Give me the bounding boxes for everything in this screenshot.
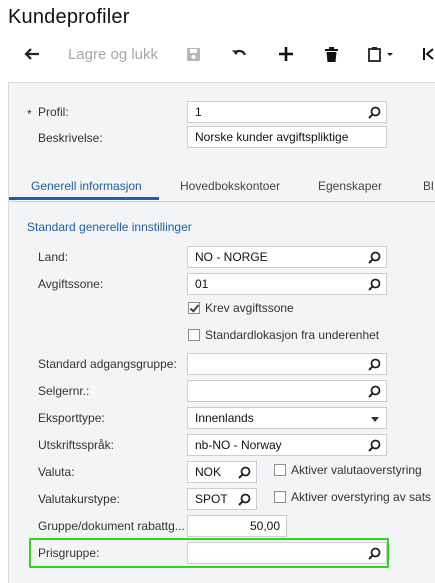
undo-icon[interactable] bbox=[227, 40, 251, 68]
checkbox-box[interactable] bbox=[188, 302, 200, 314]
description-label: Beskrivelse: bbox=[38, 131, 103, 145]
default-location-checkbox[interactable]: Standardlokasjon fra underenhet bbox=[188, 328, 379, 342]
price-group-label: Prisgruppe: bbox=[38, 546, 100, 560]
search-icon[interactable] bbox=[368, 547, 381, 560]
print-language-field[interactable]: nb-NO - Norway bbox=[187, 434, 387, 456]
access-group-label: Standard adgangsgruppe: bbox=[38, 357, 177, 371]
require-tax-zone-checkbox[interactable]: Krev avgiftssone bbox=[188, 301, 294, 315]
country-field[interactable]: NO - NORGE bbox=[187, 246, 387, 268]
rate-override-checkbox[interactable]: Aktiver overstyring av sats bbox=[274, 490, 431, 504]
search-icon[interactable] bbox=[368, 358, 381, 371]
search-icon[interactable] bbox=[368, 278, 381, 291]
clipboard-icon[interactable] bbox=[365, 40, 399, 68]
first-record-icon[interactable] bbox=[421, 40, 435, 68]
page-title: Kundeprofiler bbox=[8, 6, 130, 28]
active-tab-indicator bbox=[9, 197, 159, 200]
tab-more[interactable]: Bl bbox=[423, 179, 434, 193]
form-panel: * Profil: 1 Beskrivelse: Norske kunder a… bbox=[8, 82, 435, 583]
tax-zone-field[interactable]: 01 bbox=[187, 273, 387, 295]
tab-bar: Generell informasjon Hovedbokskontoer Eg… bbox=[9, 175, 435, 202]
export-type-value: Innenlands bbox=[195, 411, 254, 425]
rate-type-label: Valutakurstype: bbox=[38, 492, 120, 506]
required-marker: * bbox=[27, 107, 32, 121]
rate-type-field[interactable]: SPOT bbox=[187, 488, 257, 510]
chevron-down-icon[interactable] bbox=[371, 417, 379, 422]
country-label: Land: bbox=[38, 250, 69, 264]
export-type-select[interactable]: Innenlands bbox=[187, 407, 387, 429]
tab-gl-accounts[interactable]: Hovedbokskontoer bbox=[180, 179, 280, 193]
search-icon[interactable] bbox=[238, 466, 251, 479]
profile-field[interactable]: 1 bbox=[187, 101, 387, 123]
currency-override-text: Aktiver valutaoverstyring bbox=[291, 463, 422, 477]
toolbar: Lagre og lukk bbox=[0, 40, 435, 68]
seller-field[interactable] bbox=[187, 380, 387, 402]
country-value: NO - NORGE bbox=[195, 250, 268, 264]
access-group-field[interactable] bbox=[187, 353, 387, 375]
description-field[interactable]: Norske kunder avgiftspliktige bbox=[187, 126, 387, 148]
group-discount-value: 50,00 bbox=[249, 519, 280, 533]
default-location-text: Standardlokasjon fra underenhet bbox=[205, 328, 380, 342]
search-icon[interactable] bbox=[368, 106, 381, 119]
search-icon[interactable] bbox=[368, 385, 381, 398]
price-group-field[interactable] bbox=[187, 542, 387, 564]
profile-label: Profil: bbox=[38, 105, 69, 119]
tax-zone-label: Avgiftssone: bbox=[38, 277, 104, 291]
group-discount-label: Gruppe/dokument rabattg... bbox=[38, 519, 185, 533]
trash-icon[interactable] bbox=[319, 40, 343, 68]
tax-zone-value: 01 bbox=[195, 277, 209, 291]
description-value: Norske kunder avgiftspliktige bbox=[195, 130, 349, 144]
currency-override-checkbox[interactable]: Aktiver valutaoverstyring bbox=[274, 463, 422, 477]
tab-attributes[interactable]: Egenskaper bbox=[318, 179, 382, 193]
arrow-left-icon[interactable] bbox=[20, 40, 44, 68]
save-and-close-button[interactable]: Lagre og lukk bbox=[66, 40, 160, 68]
search-icon[interactable] bbox=[238, 493, 251, 506]
plus-icon[interactable] bbox=[274, 40, 298, 68]
rate-override-text: Aktiver overstyring av sats bbox=[291, 490, 432, 504]
require-tax-zone-text: Krev avgiftssone bbox=[205, 301, 294, 315]
profile-value: 1 bbox=[195, 105, 202, 119]
checkbox-box[interactable] bbox=[188, 329, 200, 341]
seller-label: Selgernr.: bbox=[38, 384, 90, 398]
currency-field[interactable]: NOK bbox=[187, 461, 257, 483]
export-type-label: Eksporttype: bbox=[38, 411, 105, 425]
group-discount-field[interactable]: 50,00 bbox=[187, 515, 287, 537]
search-icon[interactable] bbox=[368, 439, 381, 452]
section-title: Standard generelle innstillinger bbox=[27, 220, 192, 234]
checkbox-box[interactable] bbox=[274, 491, 286, 503]
save-icon[interactable] bbox=[181, 40, 205, 68]
search-icon[interactable] bbox=[368, 251, 381, 264]
print-language-value: nb-NO - Norway bbox=[195, 438, 282, 452]
currency-label: Valuta: bbox=[38, 465, 75, 479]
tab-general-info[interactable]: Generell informasjon bbox=[31, 179, 142, 193]
print-language-label: Utskriftsspråk: bbox=[38, 438, 115, 452]
checkbox-box[interactable] bbox=[274, 464, 286, 476]
